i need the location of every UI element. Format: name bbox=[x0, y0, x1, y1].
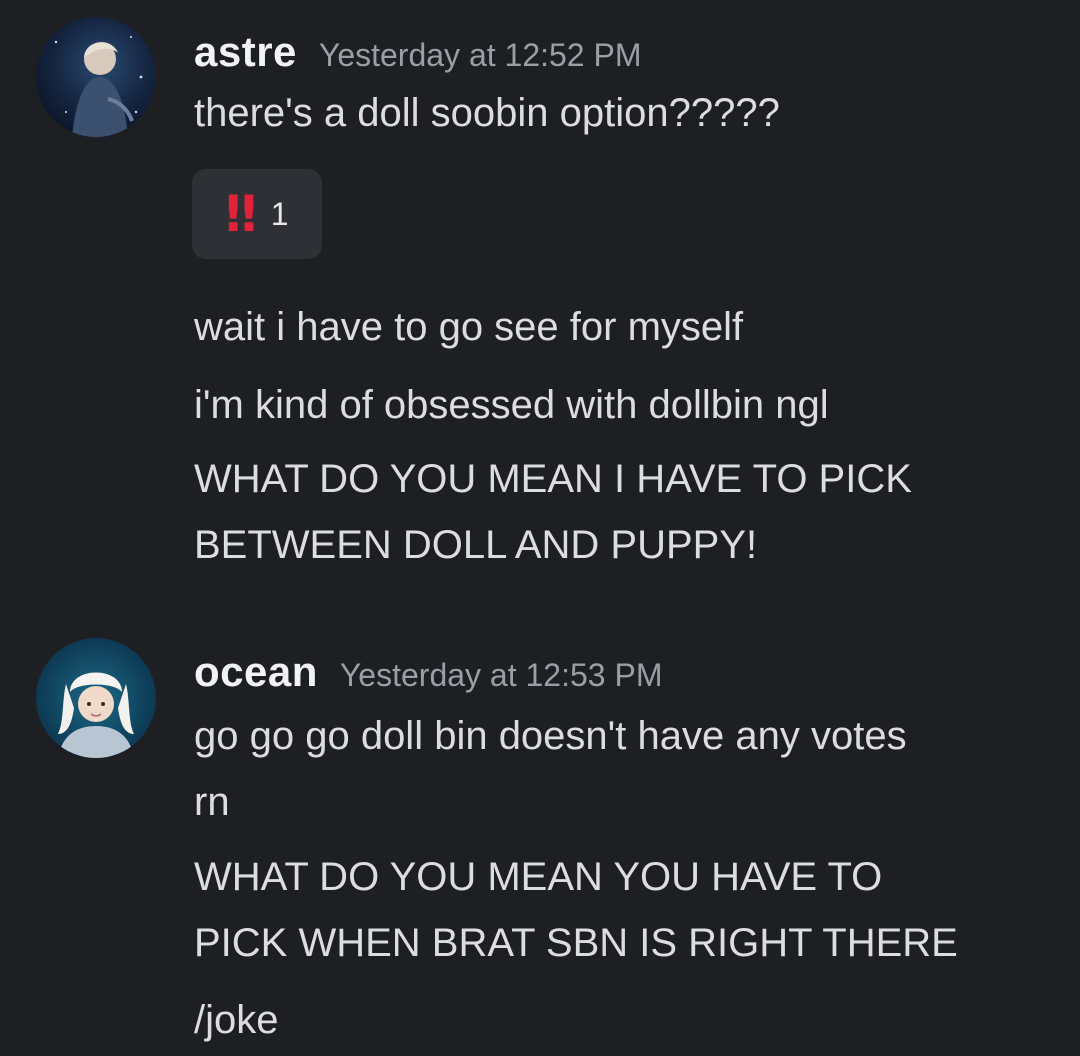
double-exclamation-icon: ‼ bbox=[225, 185, 256, 243]
message-text: /joke bbox=[194, 998, 279, 1042]
message-text: WHAT DO YOU MEAN YOU HAVE TO bbox=[194, 855, 883, 899]
message-header: ocean Yesterday at 12:53 PM bbox=[194, 648, 662, 696]
message-text: WHAT DO YOU MEAN I HAVE TO PICK bbox=[194, 457, 912, 501]
avatar-image bbox=[36, 638, 156, 758]
reaction-count: 1 bbox=[270, 195, 289, 232]
avatar-image bbox=[36, 17, 156, 137]
username[interactable]: astre bbox=[194, 28, 297, 75]
username[interactable]: ocean bbox=[194, 648, 318, 695]
timestamp: Yesterday at 12:52 PM bbox=[318, 37, 642, 73]
reaction-button[interactable]: ‼ 1 bbox=[192, 169, 322, 259]
message-text: there's a doll soobin option????? bbox=[194, 91, 780, 135]
user-avatar-ocean[interactable] bbox=[36, 638, 156, 758]
message-header: astre Yesterday at 12:52 PM bbox=[194, 28, 641, 76]
timestamp: Yesterday at 12:53 PM bbox=[339, 657, 663, 693]
message-text: wait i have to go see for myself bbox=[194, 305, 744, 349]
message-text: BETWEEN DOLL AND PUPPY! bbox=[194, 523, 758, 567]
message-text: i'm kind of obsessed with dollbin ngl bbox=[194, 383, 829, 427]
user-avatar-astre[interactable] bbox=[36, 17, 156, 137]
message-text: go go go doll bin doesn't have any votes bbox=[194, 714, 907, 758]
chat-view: astre Yesterday at 12:52 PM there's a dol… bbox=[0, 0, 1080, 1056]
message-text: PICK WHEN BRAT SBN IS RIGHT THERE bbox=[194, 921, 958, 965]
message-text: rn bbox=[194, 780, 230, 824]
